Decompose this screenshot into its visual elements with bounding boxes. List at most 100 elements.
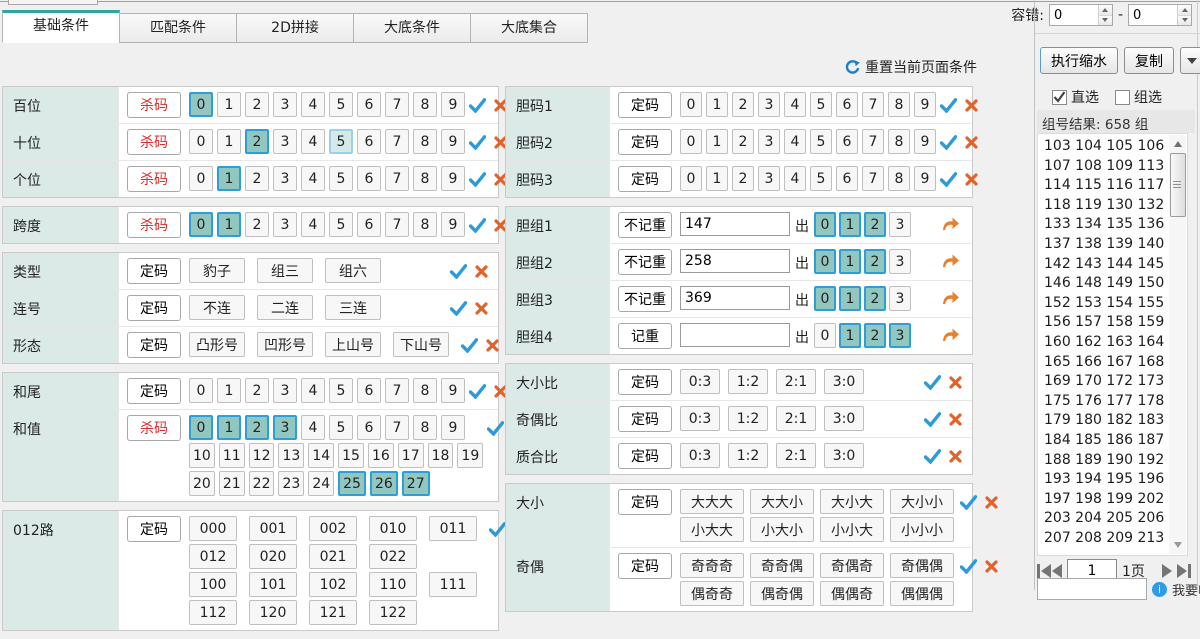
- option-button[interactable]: 8: [888, 166, 910, 191]
- clear-x-icon[interactable]: [475, 265, 488, 278]
- confirm-check-icon[interactable]: [489, 522, 506, 537]
- option-button[interactable]: 0: [680, 92, 702, 117]
- clear-x-icon[interactable]: [985, 560, 998, 573]
- tab-match-conditions[interactable]: 匹配条件: [119, 13, 237, 43]
- option-button[interactable]: 3: [273, 166, 297, 191]
- option-button[interactable]: 1: [706, 166, 728, 191]
- option-button[interactable]: 9: [914, 129, 936, 154]
- clear-x-icon[interactable]: [486, 339, 499, 352]
- option-button[interactable]: 2: [245, 415, 269, 440]
- mode-button[interactable]: 杀码: [127, 92, 181, 118]
- confirm-check-icon[interactable]: [960, 495, 977, 510]
- favorite-input[interactable]: [1037, 578, 1147, 600]
- option-button[interactable]: 0: [189, 166, 213, 191]
- option-button[interactable]: 2: [732, 129, 754, 154]
- option-button[interactable]: 4: [301, 166, 325, 191]
- option-button[interactable]: 5: [329, 129, 353, 154]
- out-count-button[interactable]: 3: [889, 249, 911, 274]
- confirm-check-icon[interactable]: [940, 135, 957, 150]
- option-button[interactable]: 7: [862, 129, 884, 154]
- out-count-button[interactable]: 0: [814, 323, 836, 348]
- option-button[interactable]: 1: [706, 129, 728, 154]
- option-button[interactable]: 3: [273, 92, 297, 117]
- out-count-button[interactable]: 0: [814, 286, 836, 311]
- confirm-check-icon[interactable]: [487, 421, 504, 436]
- clear-x-icon[interactable]: [965, 173, 978, 186]
- option-button[interactable]: 小大小: [750, 517, 814, 542]
- confirm-check-icon[interactable]: [960, 559, 977, 574]
- option-button[interactable]: 3: [758, 166, 780, 191]
- option-button[interactable]: 012: [189, 544, 237, 569]
- option-button[interactable]: 1: [217, 415, 241, 440]
- out-count-button[interactable]: 2: [864, 212, 886, 237]
- option-button[interactable]: 偶奇奇: [680, 581, 744, 606]
- option-button[interactable]: 0: [189, 212, 213, 237]
- option-button[interactable]: 7: [862, 166, 884, 191]
- option-button[interactable]: 4: [784, 166, 806, 191]
- option-button[interactable]: 8: [888, 129, 910, 154]
- option-button[interactable]: 偶奇偶: [750, 581, 814, 606]
- option-button[interactable]: 9: [441, 92, 465, 117]
- option-button[interactable]: 2: [245, 92, 269, 117]
- last-page-button[interactable]: [1177, 564, 1195, 578]
- option-button[interactable]: 13: [278, 443, 304, 468]
- option-button[interactable]: 8: [413, 378, 437, 403]
- option-button[interactable]: 120: [249, 600, 297, 625]
- option-button[interactable]: 6: [357, 92, 381, 117]
- option-button[interactable]: 奇奇奇: [680, 553, 744, 578]
- option-button[interactable]: 0: [189, 415, 213, 440]
- option-button[interactable]: 6: [836, 92, 858, 117]
- copy-dropdown-button[interactable]: [1180, 47, 1200, 74]
- option-button[interactable]: 1: [217, 129, 241, 154]
- option-button[interactable]: 0:3: [680, 443, 720, 468]
- out-count-button[interactable]: 0: [814, 249, 836, 274]
- mode-button[interactable]: 定码: [618, 92, 672, 118]
- option-button[interactable]: 1: [217, 92, 241, 117]
- confirm-check-icon[interactable]: [469, 135, 486, 150]
- confirm-check-icon[interactable]: [469, 98, 486, 113]
- confirm-check-icon[interactable]: [469, 172, 486, 187]
- option-button[interactable]: 4: [784, 92, 806, 117]
- option-button[interactable]: 7: [862, 92, 884, 117]
- option-button[interactable]: 6: [357, 212, 381, 237]
- option-button[interactable]: 1:2: [728, 443, 768, 468]
- option-button[interactable]: 8: [413, 212, 437, 237]
- option-button[interactable]: 小大大: [680, 517, 744, 542]
- option-button[interactable]: 组三: [257, 258, 313, 283]
- confirm-check-icon[interactable]: [924, 375, 941, 390]
- option-button[interactable]: 小小小: [890, 517, 954, 542]
- confirm-check-icon[interactable]: [940, 172, 957, 187]
- scroll-up-icon[interactable]: [1169, 138, 1186, 150]
- option-button[interactable]: 6: [357, 129, 381, 154]
- mode-button[interactable]: 定码: [618, 553, 672, 579]
- transfer-arrow-icon[interactable]: [941, 216, 964, 236]
- option-button[interactable]: 25: [338, 471, 366, 496]
- option-button[interactable]: 112: [189, 600, 237, 625]
- tolerance-max-input[interactable]: [1129, 5, 1177, 25]
- spin-down-icon[interactable]: [1178, 16, 1191, 26]
- option-button[interactable]: 102: [309, 572, 357, 597]
- clear-x-icon[interactable]: [949, 376, 962, 389]
- option-button[interactable]: 16: [368, 443, 394, 468]
- option-button[interactable]: 2: [245, 378, 269, 403]
- option-button[interactable]: 1: [706, 92, 728, 117]
- option-button[interactable]: 3: [273, 129, 297, 154]
- option-button[interactable]: 11: [219, 443, 245, 468]
- option-button[interactable]: 奇偶偶: [890, 553, 954, 578]
- favorite-label[interactable]: 我要收藏: [1172, 580, 1200, 599]
- option-button[interactable]: 3: [273, 415, 297, 440]
- out-count-button[interactable]: 2: [864, 249, 886, 274]
- mode-button[interactable]: 定码: [127, 258, 181, 284]
- mode-button[interactable]: 不记重: [618, 212, 672, 238]
- option-button[interactable]: 9: [914, 92, 936, 117]
- option-button[interactable]: 6: [836, 129, 858, 154]
- option-button[interactable]: 6: [836, 166, 858, 191]
- option-button[interactable]: 6: [357, 378, 381, 403]
- option-button[interactable]: 4: [301, 378, 325, 403]
- mode-button[interactable]: 定码: [618, 489, 672, 515]
- confirm-check-icon[interactable]: [461, 338, 478, 353]
- next-page-button[interactable]: [1162, 564, 1172, 578]
- clear-x-icon[interactable]: [965, 99, 978, 112]
- tolerance-min-input[interactable]: [1050, 5, 1098, 25]
- out-count-button[interactable]: 1: [839, 249, 861, 274]
